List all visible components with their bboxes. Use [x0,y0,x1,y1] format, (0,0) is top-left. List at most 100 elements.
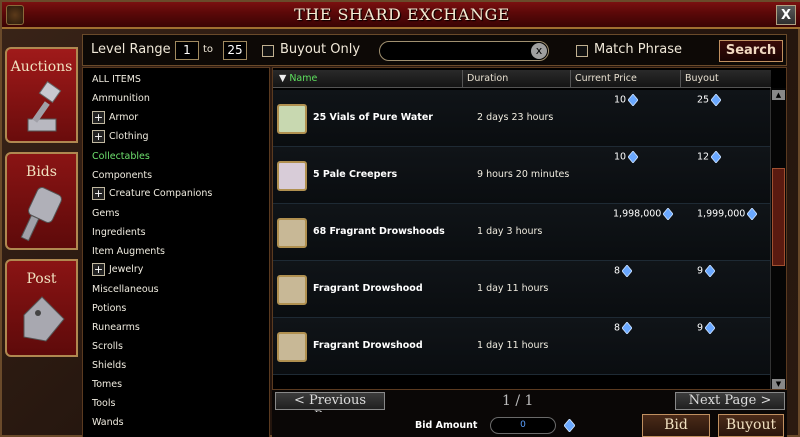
clear-search-icon[interactable]: x [531,43,547,59]
category-runearms[interactable]: Runearms [92,321,140,339]
item-name: 68 Fragrant Drowshoods [313,226,445,237]
current-price-value: 1,998,000 [613,208,662,220]
previous-page-button[interactable]: < Previous Page [275,392,385,424]
item-buyout-price: 9 [697,322,716,334]
tab-auctions-label: Auctions [10,59,73,75]
search-button[interactable]: Search [719,40,783,62]
level-range-label: Level Range [91,42,171,57]
next-page-button[interactable]: Next Page > [675,392,785,410]
scroll-thumb[interactable] [772,168,785,266]
table-row[interactable]: 68 Fragrant Drowshoods 1 day 3 hours 1,998… [273,204,771,261]
buyout-value: 9 [697,322,704,334]
category-label: Miscellaneous [92,284,159,295]
category-collectables[interactable]: Collectables [92,150,150,168]
category-label: Runearms [92,322,140,333]
expand-icon[interactable]: + [92,263,105,276]
table-row[interactable]: 25 Vials of Pure Water 2 days 23 hours 10 2… [273,90,771,147]
category-tools[interactable]: Tools [92,397,115,415]
column-duration[interactable]: Duration [463,70,571,88]
category-ingredients[interactable]: Ingredients [92,226,146,244]
category-potions[interactable]: Potions [92,302,126,320]
table-row[interactable]: 5 Pale Creepers 9 hours 20 minutes 10 12 [273,147,771,204]
shard-currency-icon [622,265,633,277]
buyout-button[interactable]: Buyout [718,414,784,437]
category-all-items[interactable]: ALL ITEMS [92,73,141,91]
category-label: Potions [92,303,127,314]
bid-bar: Bid Amount 0 Bid Buyout [272,412,787,437]
buyout-only-label: Buyout Only [280,42,361,57]
paddle-icon [20,187,62,242]
table-header: ▼ Name Duration Current Price Buyout [273,70,771,88]
category-label: Tools [92,398,116,409]
shard-currency-icon [622,322,633,334]
shard-currency-icon [705,265,716,277]
table-row[interactable]: Fragrant Drowshood 1 day 11 hours 8 9 [273,318,771,375]
current-price-value: 8 [614,265,621,277]
item-current-price: 8 [614,265,633,277]
search-input[interactable]: x [379,41,549,61]
category-ammunition[interactable]: Ammunition [92,92,150,110]
column-buyout[interactable]: Buyout [681,70,771,88]
match-phrase-label: Match Phrase [594,42,682,57]
category-armor[interactable]: + Armor [92,111,138,129]
category-shields[interactable]: Shields [92,359,126,377]
category-label: Armor [109,112,139,123]
tag-icon [23,296,65,342]
category-wands[interactable]: Wands [92,416,124,434]
item-name: Fragrant Drowshood [313,283,423,294]
item-duration: 1 day 3 hours [477,226,543,237]
expand-icon[interactable]: + [92,187,105,200]
title-bar[interactable]: THE SHARD EXCHANGE X [2,2,800,29]
shard-currency-icon [628,94,639,106]
item-current-price: 1,998,000 [613,208,674,220]
item-current-price: 10 [614,151,639,163]
level-min-input[interactable]: 1 [175,41,199,60]
category-label: Gems [92,208,120,219]
category-label: Collectables [92,151,150,162]
item-current-price: 8 [614,322,633,334]
bid-amount-input[interactable]: 0 [490,417,556,434]
shard-currency-icon [564,419,575,432]
category-gems[interactable]: Gems [92,207,119,225]
column-name[interactable]: ▼ Name [273,70,463,88]
item-buyout-price: 25 [697,94,722,106]
item-buyout-price: 1,999,000 [697,208,758,220]
filter-bar: Level Range 1 to 25 Buyout Only x Match … [82,34,787,66]
category-tomes[interactable]: Tomes [92,378,122,396]
shard-currency-icon [747,208,758,220]
match-phrase-checkbox[interactable] [576,45,588,57]
buyout-value: 9 [697,265,704,277]
category-item-augments[interactable]: Item Augments [92,245,165,263]
bid-button[interactable]: Bid [642,414,710,437]
expand-icon[interactable]: + [92,130,105,143]
close-button[interactable]: X [776,5,796,25]
expand-icon[interactable]: + [92,111,105,124]
gavel-icon [27,81,61,132]
buyout-only-checkbox[interactable] [262,45,274,57]
tab-auctions[interactable]: Auctions [5,47,78,143]
category-miscellaneous[interactable]: Miscellaneous [92,283,159,301]
column-current-price[interactable]: Current Price [571,70,681,88]
category-label: Ingredients [92,227,146,238]
category-jewelry[interactable]: + Jewelry [92,263,143,281]
category-components[interactable]: Components [92,169,152,187]
scroll-down-icon[interactable]: ▼ [772,379,785,389]
scroll-up-icon[interactable]: ▲ [772,90,785,100]
level-max-input[interactable]: 25 [223,41,247,60]
category-label: Creature Companions [109,188,213,199]
auction-window: THE SHARD EXCHANGE X Auctions Bids Post … [0,0,800,437]
drowshood-icon [277,275,307,305]
item-current-price: 10 [614,94,639,106]
table-row[interactable]: Fragrant Drowshood 1 day 11 hours 8 9 [273,261,771,318]
category-creature-companions[interactable]: + Creature Companions [92,187,212,205]
category-label: Tomes [92,379,123,390]
category-label: Jewelry [109,264,144,275]
tab-bids[interactable]: Bids [5,152,78,250]
results-scrollbar[interactable]: ▲ ▼ [770,88,786,389]
current-price-value: 10 [614,94,627,106]
category-clothing[interactable]: + Clothing [92,130,149,148]
column-name-label: Name [289,73,318,84]
vial-icon [277,104,307,134]
tab-post[interactable]: Post [5,259,78,357]
category-scrolls[interactable]: Scrolls [92,340,123,358]
